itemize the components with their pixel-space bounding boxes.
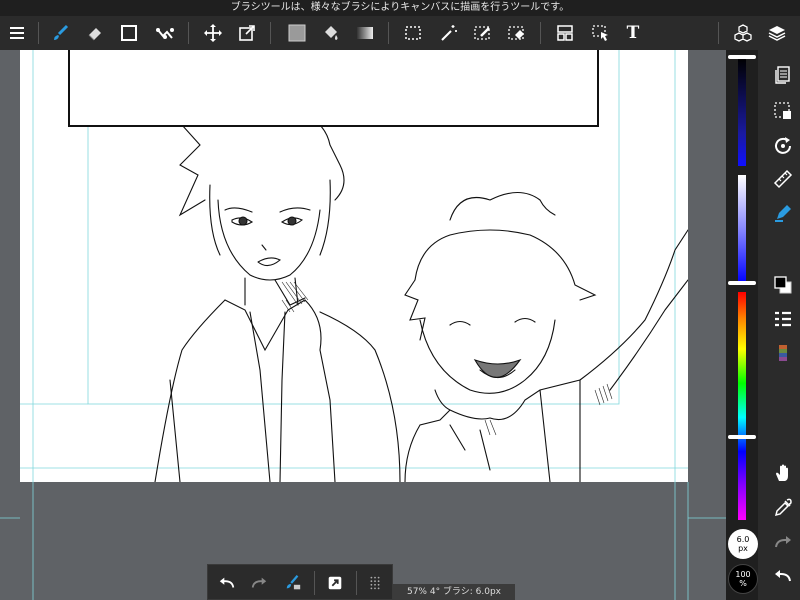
snap-icon[interactable] <box>322 570 348 596</box>
color-swatch-icon[interactable] <box>770 272 796 298</box>
medibang-paint-window: ブラシツールは、様々なブラシによりキャンバスに描画を行うツールです。 T 6.0… <box>0 0 800 600</box>
undo-icon[interactable] <box>770 563 796 589</box>
redo-icon[interactable] <box>246 570 272 596</box>
pages-icon[interactable] <box>770 62 796 88</box>
divider <box>356 571 357 595</box>
canvas-area[interactable] <box>0 50 726 600</box>
bottom-toolbar <box>207 564 393 600</box>
divider <box>188 22 189 44</box>
opacity-unit: % <box>739 579 747 588</box>
color-sliders: 6.0 px 100% <box>726 50 758 600</box>
rotate-icon[interactable] <box>770 132 796 158</box>
fill-color-icon[interactable] <box>284 20 310 46</box>
pen-fill-icon[interactable] <box>770 200 796 226</box>
palette-icon[interactable] <box>770 340 796 366</box>
transform-icon[interactable] <box>234 20 260 46</box>
material-icon[interactable] <box>730 20 756 46</box>
layers-icon[interactable] <box>764 20 790 46</box>
bucket-icon[interactable] <box>318 20 344 46</box>
stroke-correction-icon[interactable] <box>152 20 178 46</box>
text-tool-label: T <box>626 23 640 43</box>
magic-wand-icon[interactable] <box>436 20 462 46</box>
opacity-value: 100 <box>735 570 751 579</box>
saturation-knob[interactable] <box>728 55 756 59</box>
zoom-status: 57% 4° ブラシ: 6.0px 100% <box>393 584 515 600</box>
select-pen-icon[interactable] <box>470 20 496 46</box>
move-icon[interactable] <box>200 20 226 46</box>
hue-bar[interactable] <box>738 292 746 520</box>
divider <box>314 571 315 595</box>
brush-icon[interactable] <box>48 20 74 46</box>
brush-size-unit: px <box>738 544 748 553</box>
list-icon[interactable] <box>770 306 796 332</box>
divider <box>388 22 389 44</box>
opacity-indicator[interactable]: 100% <box>728 564 758 594</box>
eraser-icon[interactable] <box>82 20 108 46</box>
grid-dots-icon[interactable] <box>362 570 388 596</box>
brightness-bar[interactable] <box>738 175 746 283</box>
text-icon[interactable]: T <box>620 20 646 46</box>
hue-knob[interactable] <box>728 435 756 439</box>
divider <box>270 22 271 44</box>
top-toolbar: T <box>0 16 800 50</box>
layout-icon[interactable] <box>552 20 578 46</box>
select-object-icon[interactable] <box>588 20 614 46</box>
select-rect-icon[interactable] <box>400 20 426 46</box>
gradient-icon[interactable] <box>352 20 378 46</box>
select-eraser-icon[interactable] <box>504 20 530 46</box>
side-panel: 6.0 px 100% <box>726 50 800 600</box>
divider <box>38 22 39 44</box>
brush-eraser-toggle-icon[interactable] <box>280 570 306 596</box>
divider <box>540 22 541 44</box>
tool-tooltip: ブラシツールは、様々なブラシによりキャンバスに描画を行うツールです。 <box>0 0 800 16</box>
ruler-icon[interactable] <box>770 166 796 192</box>
panel-frame <box>68 50 599 127</box>
divider <box>718 22 719 44</box>
menu-icon[interactable] <box>4 20 30 46</box>
select-area-icon[interactable] <box>770 98 796 124</box>
hand-icon[interactable] <box>770 460 796 486</box>
rect-shape-icon[interactable] <box>116 20 142 46</box>
redo-icon[interactable] <box>770 529 796 555</box>
brush-size-value: 6.0 <box>736 535 750 544</box>
undo-icon[interactable] <box>214 570 240 596</box>
eyedropper-icon[interactable] <box>770 495 796 521</box>
brightness-knob[interactable] <box>728 281 756 285</box>
brush-size-indicator[interactable]: 6.0 px <box>728 529 758 559</box>
saturation-bar[interactable] <box>738 58 746 166</box>
